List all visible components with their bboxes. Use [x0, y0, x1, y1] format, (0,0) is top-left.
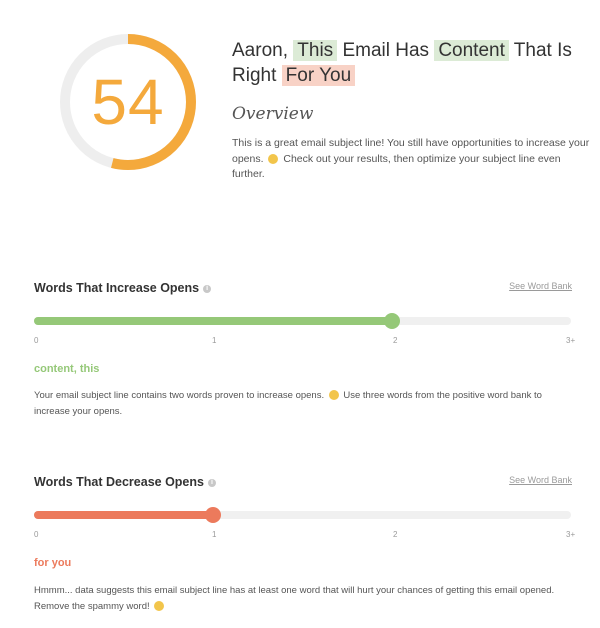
decrease-description-a: Hmmm... data suggests this email subject…: [34, 585, 555, 612]
smiley-emoji-icon: [268, 153, 279, 164]
positive-words-list: content, this: [34, 363, 100, 375]
decrease-tick-0: 0: [34, 530, 39, 539]
decrease-tick-2: 2: [393, 530, 398, 539]
overview-text-b: Check out your results, then optimize yo…: [232, 152, 561, 181]
headline-text: Aaron,: [232, 40, 294, 61]
increase-description: Your email subject line contains two wor…: [34, 388, 574, 419]
overview-text: This is a great email subject line! You …: [232, 136, 592, 183]
decrease-tick-3: 3+: [566, 530, 576, 539]
increase-opens-bar-knob: [384, 313, 400, 329]
decrease-tick-1: 1: [212, 530, 217, 539]
see-word-bank-link-decrease[interactable]: See Word Bank: [509, 475, 572, 485]
increase-tick-3: 3+: [566, 336, 576, 345]
grin-emoji-icon: [154, 600, 165, 611]
thinking-emoji-icon: [328, 390, 339, 401]
overview-title: Overview: [232, 104, 314, 124]
positive-word-highlight: Content: [434, 40, 509, 61]
negative-words-list: for you: [34, 557, 72, 569]
info-icon[interactable]: i: [203, 284, 212, 293]
increase-opens-title: Words That Increase Opens i: [34, 281, 212, 295]
decrease-opens-bar: [34, 507, 571, 523]
increase-opens-title-text: Words That Increase Opens: [34, 281, 200, 295]
negative-word-highlight: For You: [281, 65, 356, 86]
decrease-opens-title: Words That Decrease Opens i: [34, 475, 216, 489]
score-value: 54: [91, 66, 165, 138]
decrease-opens-title-text: Words That Decrease Opens: [34, 475, 204, 489]
score-gauge: 54: [58, 32, 198, 172]
increase-opens-bar: [34, 313, 571, 329]
positive-word-highlight: This: [293, 40, 338, 61]
increase-tick-2: 2: [393, 336, 398, 345]
subject-headline: Aaron, This Email Has Content That Is Ri…: [232, 38, 582, 88]
increase-description-a: Your email subject line contains two wor…: [34, 390, 325, 401]
see-word-bank-link-increase[interactable]: See Word Bank: [509, 281, 572, 291]
headline-text: Email Has: [337, 40, 435, 61]
decrease-description: Hmmm... data suggests this email subject…: [34, 583, 574, 614]
increase-opens-bar-fill: [34, 317, 392, 325]
info-icon[interactable]: i: [207, 478, 216, 487]
decrease-opens-bar-fill: [34, 511, 213, 519]
decrease-opens-bar-knob: [205, 507, 221, 523]
increase-tick-1: 1: [212, 336, 217, 345]
increase-tick-0: 0: [34, 336, 39, 345]
